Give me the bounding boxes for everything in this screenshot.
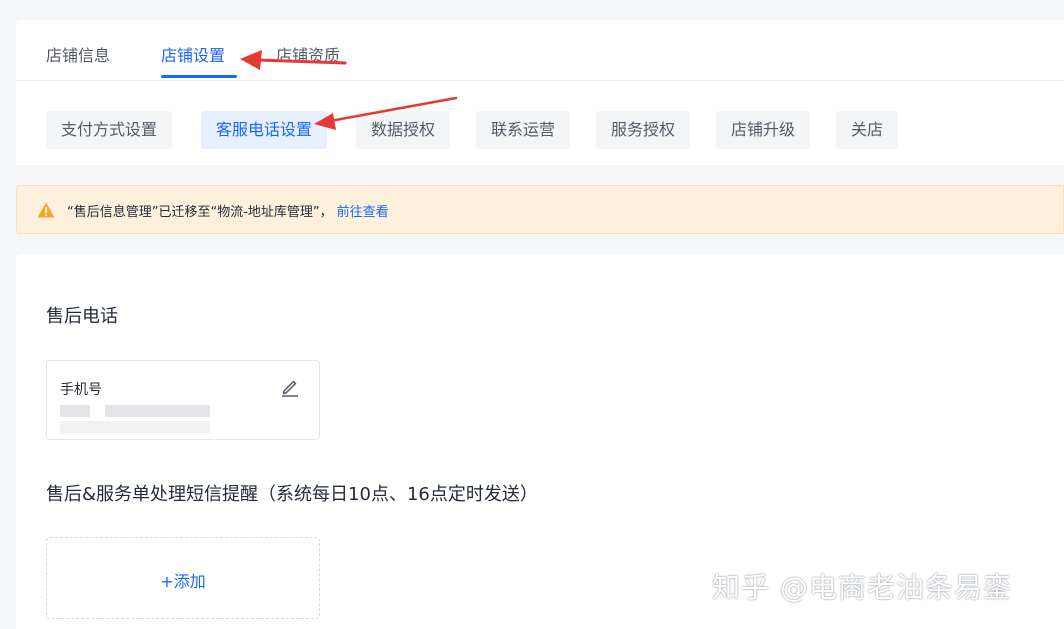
masked-phone-number [60,421,210,433]
add-reminder-button[interactable]: +添加 [46,537,320,619]
tab-store-qualification[interactable]: 店铺资质 [276,42,340,66]
masked-phone-number [105,405,210,417]
phone-label: 手机号 [60,382,102,398]
masked-phone-number [60,405,90,417]
tab-store-settings[interactable]: 店铺设置 [161,42,225,66]
subtab-payment-settings[interactable]: 支付方式设置 [46,111,173,149]
subtab-service-authorization[interactable]: 服务授权 [596,111,691,149]
notice-text: “售后信息管理”已迁移至“物流-地址库管理”， [67,205,333,220]
add-label: +添加 [160,572,206,591]
notice-message: “售后信息管理”已迁移至“物流-地址库管理”， 前往查看 [67,201,389,220]
subtab-close-store[interactable]: 关店 [836,111,899,149]
aftersale-phone-title: 售后电话 [46,306,118,327]
top-card: 店铺信息 店铺设置 店铺资质 支付方式设置 客服电话设置 数据授权 联系运营 服… [16,20,1064,165]
subtab-service-phone-settings[interactable]: 客服电话设置 [201,111,328,149]
watermark: 知乎 @电商老油条易銮 [712,571,1012,604]
active-tab-indicator [161,75,237,78]
subtab-data-authorization[interactable]: 数据授权 [356,111,451,149]
sms-reminder-title: 售后&服务单处理短信提醒（系统每日10点、16点定时发送） [46,484,538,505]
edit-icon[interactable] [279,376,301,398]
subtab-contact-operations[interactable]: 联系运营 [476,111,571,149]
tab-store-info[interactable]: 店铺信息 [46,42,110,66]
main-tabs: 店铺信息 店铺设置 店铺资质 [16,20,1064,81]
subtab-store-upgrade[interactable]: 店铺升级 [716,111,811,149]
phone-card: 手机号 [46,360,320,440]
go-view-link[interactable]: 前往查看 [337,205,389,220]
migration-notice: “售后信息管理”已迁移至“物流-地址库管理”， 前往查看 [16,185,1064,234]
warning-icon [37,202,55,218]
